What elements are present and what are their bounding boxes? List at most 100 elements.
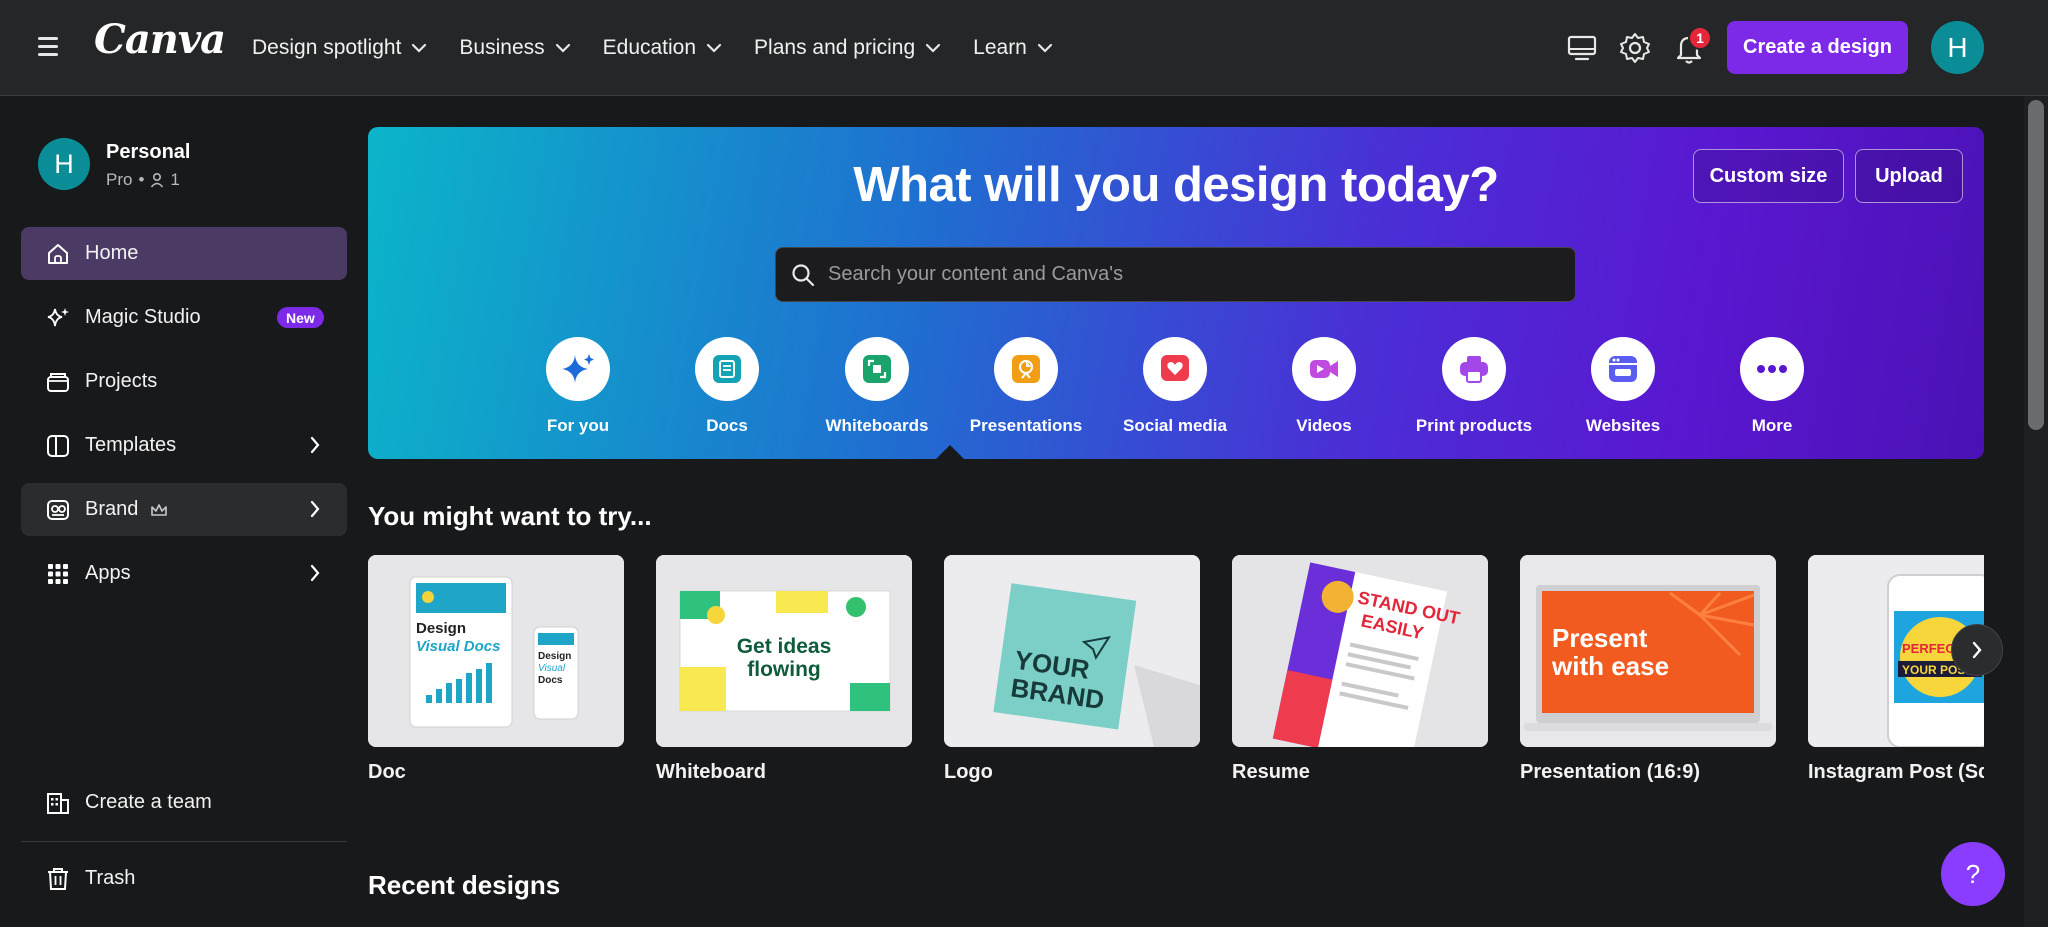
notification-badge: 1 — [1688, 26, 1712, 50]
suggestion-card-logo[interactable]: YOUR BRAND Logo — [944, 555, 1200, 784]
page-scrollbar[interactable] — [2024, 96, 2048, 927]
search-icon — [792, 263, 815, 286]
whiteboard-icon — [845, 337, 909, 401]
recent-designs-title: Recent designs — [368, 870, 561, 900]
account-plan: Pro • 1 — [106, 170, 180, 190]
svg-text:Get ideas: Get ideas — [737, 635, 832, 658]
doc-preview-illustration: Design Visual Docs Design Visual Docs — [368, 555, 624, 747]
search-bar[interactable] — [775, 247, 1576, 302]
category-docs[interactable]: Docs — [653, 337, 801, 445]
person-icon — [151, 172, 164, 188]
suggestion-card-resume[interactable]: STAND OUT EASILY Resume — [1232, 555, 1488, 784]
scrollbar-thumb[interactable] — [2028, 100, 2044, 430]
nav-design-spotlight[interactable]: Design spotlight — [236, 24, 443, 72]
print-icon — [1442, 337, 1506, 401]
card-thumbnail: Present with ease — [1520, 555, 1776, 747]
sidebar-item-apps[interactable]: Apps — [21, 547, 347, 600]
apps-grid-icon — [43, 559, 73, 589]
nav-label: Design spotlight — [252, 36, 402, 59]
nav-plans-pricing[interactable]: Plans and pricing — [738, 24, 957, 72]
svg-text:with ease: with ease — [1551, 651, 1669, 681]
category-label: Print products — [1415, 416, 1533, 435]
suggestion-card-instagram-post[interactable]: PERFECT YOUR POST Instagram Post (Square… — [1808, 555, 1984, 784]
card-label: Logo — [944, 761, 993, 783]
sidebar-item-templates[interactable]: Templates — [21, 419, 347, 472]
sidebar-item-projects[interactable]: Projects — [21, 355, 347, 408]
resume-preview-illustration: STAND OUT EASILY — [1232, 555, 1488, 747]
video-icon — [1292, 337, 1356, 401]
chevron-down-icon — [412, 43, 427, 53]
sidebar-item-magic-studio[interactable]: Magic Studio New — [21, 291, 347, 344]
sidebar-item-trash[interactable]: Trash — [21, 852, 347, 905]
home-icon — [43, 239, 73, 269]
docs-icon — [695, 337, 759, 401]
folder-icon — [43, 367, 73, 397]
sidebar-item-label: Apps — [85, 562, 131, 584]
canva-logo[interactable]: Canva — [94, 16, 226, 63]
menu-icon[interactable] — [34, 32, 62, 62]
sidebar-item-brand[interactable]: Brand — [21, 483, 347, 536]
card-label: Doc — [368, 761, 406, 783]
svg-text:flowing: flowing — [747, 658, 820, 681]
card-label: Presentation (16:9) — [1520, 761, 1701, 783]
upload-button[interactable]: Upload — [1855, 149, 1963, 203]
gear-icon[interactable] — [1617, 30, 1653, 66]
separator-dot: • — [138, 170, 145, 189]
member-count: 1 — [170, 170, 180, 189]
team-icon — [43, 788, 73, 818]
create-design-button[interactable]: Create a design — [1727, 21, 1908, 74]
avatar[interactable]: H — [1931, 21, 1984, 74]
selected-category-indicator — [936, 445, 964, 459]
category-print-products[interactable]: Print products — [1400, 337, 1548, 445]
category-label: Social media — [1123, 416, 1227, 435]
card-label: Whiteboard — [656, 761, 766, 783]
card-thumbnail: STAND OUT EASILY — [1232, 555, 1488, 747]
chevron-down-icon — [926, 43, 941, 53]
account-switcher[interactable]: H Personal Pro • 1 — [38, 138, 338, 194]
presentation-preview-illustration: Present with ease — [1520, 555, 1776, 747]
custom-size-button[interactable]: Custom size — [1693, 149, 1844, 203]
account-name: Personal — [106, 141, 191, 163]
nav-learn[interactable]: Learn — [957, 24, 1069, 72]
nav-education[interactable]: Education — [587, 24, 738, 72]
nav-label: Plans and pricing — [754, 36, 916, 59]
carousel-next-button[interactable] — [1951, 624, 2003, 676]
category-social-media[interactable]: Social media — [1101, 337, 1249, 445]
card-label: Resume — [1232, 761, 1310, 783]
whiteboard-preview-illustration: Get ideas flowing — [656, 555, 912, 747]
category-label: Videos — [1296, 416, 1352, 435]
category-whiteboards[interactable]: Whiteboards — [803, 337, 951, 445]
main-nav: Design spotlight Business Education Plan… — [236, 24, 1069, 72]
category-label: Docs — [706, 416, 748, 435]
category-for-you[interactable]: For you — [504, 337, 652, 445]
sidebar-item-label: Trash — [85, 867, 136, 889]
sidebar-item-label: Brand — [85, 498, 139, 520]
category-presentations[interactable]: Presentations — [952, 337, 1100, 445]
help-button[interactable]: ? — [1941, 842, 2005, 906]
sidebar-item-home[interactable]: Home — [21, 227, 347, 280]
chevron-right-icon — [310, 436, 320, 454]
svg-text:Visual Docs: Visual Docs — [416, 638, 500, 655]
nav-label: Learn — [973, 36, 1027, 59]
sidebar-item-label: Create a team — [85, 791, 212, 813]
sidebar-item-create-team[interactable]: Create a team — [21, 776, 347, 829]
suggestion-card-doc[interactable]: Design Visual Docs Design Visual Docs Do… — [368, 555, 624, 784]
svg-text:Present: Present — [1552, 623, 1648, 653]
svg-text:Visual: Visual — [538, 663, 566, 674]
category-more[interactable]: More — [1698, 337, 1846, 445]
sparkle-icon — [43, 303, 73, 333]
nav-business[interactable]: Business — [443, 24, 586, 72]
nav-label: Business — [459, 36, 545, 59]
new-badge: New — [277, 307, 324, 328]
more-icon — [1740, 337, 1804, 401]
chevron-right-icon — [310, 500, 320, 518]
card-thumbnail: Get ideas flowing — [656, 555, 912, 747]
card-thumbnail: Design Visual Docs Design Visual Docs — [368, 555, 624, 747]
category-videos[interactable]: Videos — [1250, 337, 1398, 445]
search-input[interactable] — [828, 263, 1528, 286]
category-websites[interactable]: Websites — [1549, 337, 1697, 445]
suggestion-card-presentation[interactable]: Present with ease Presentation (16:9) — [1520, 555, 1776, 784]
desktop-app-icon[interactable] — [1564, 30, 1600, 66]
website-icon — [1591, 337, 1655, 401]
suggestion-card-whiteboard[interactable]: Get ideas flowing Whiteboard — [656, 555, 912, 784]
